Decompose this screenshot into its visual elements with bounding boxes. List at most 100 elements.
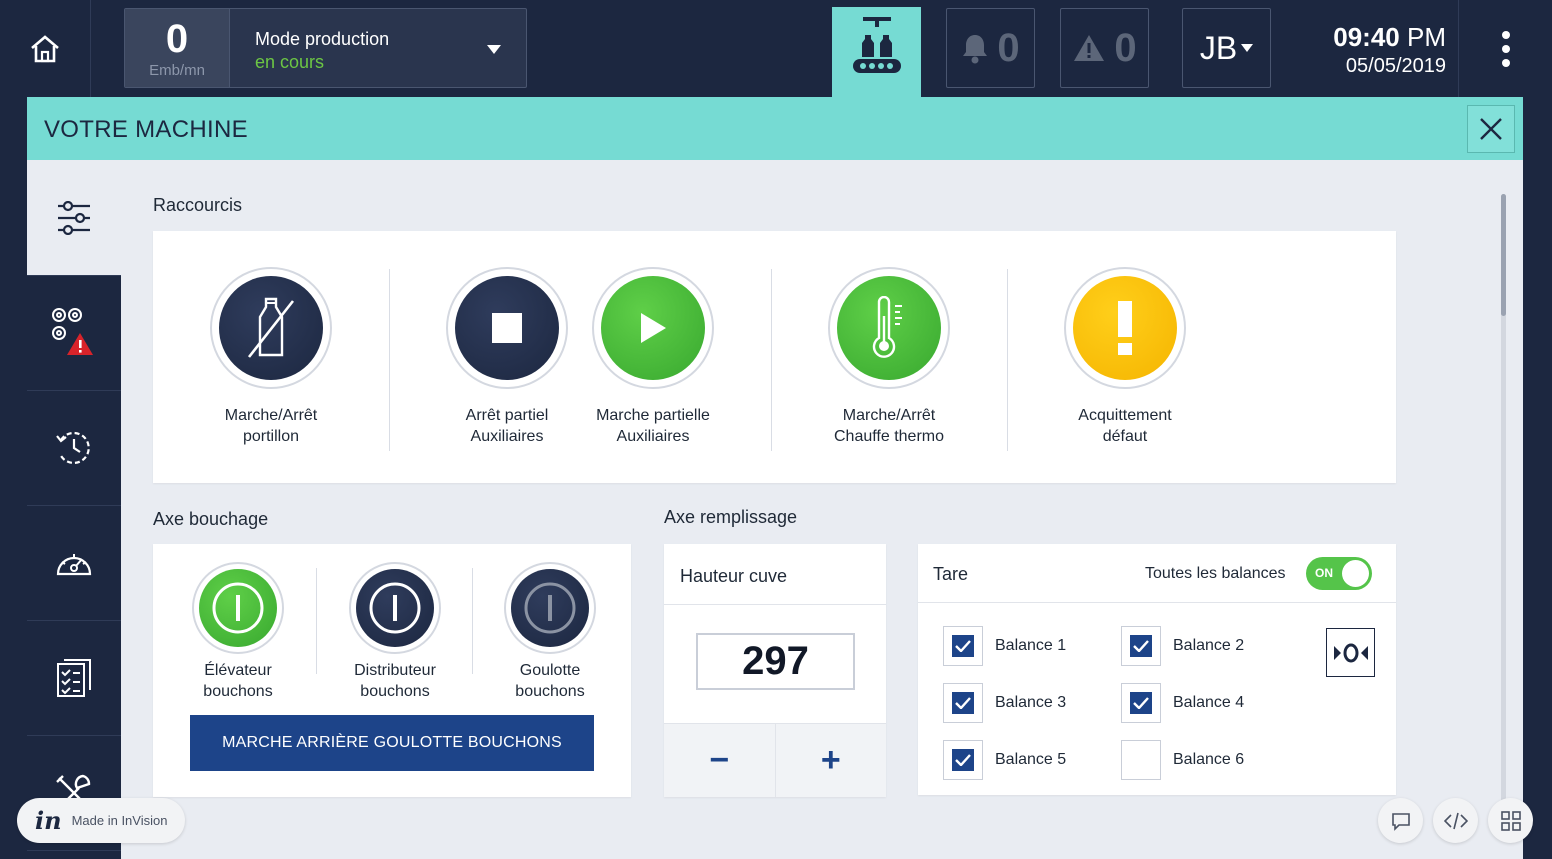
bouchage-distributeur[interactable]: Distributeur bouchons: [335, 562, 455, 702]
comment-button[interactable]: [1378, 798, 1423, 843]
axe-remplissage-title: Axe remplissage: [664, 507, 798, 527]
power-ring: [504, 562, 596, 654]
production-mode: Mode production en cours: [230, 9, 526, 87]
checkbox[interactable]: [1121, 683, 1161, 723]
invision-label: Made in InVision: [71, 813, 168, 828]
all-balances-label: Toutes les balances: [1145, 565, 1286, 582]
shortcut-disc: [1073, 276, 1177, 380]
hauteur-cuve-stepper: − +: [664, 723, 886, 797]
production-rate: 0 Emb/mn: [125, 9, 230, 87]
history-icon: [56, 431, 90, 464]
tare-title: Tare: [933, 564, 969, 584]
balance-1[interactable]: Balance 1: [943, 626, 1066, 666]
axe-bouchage-title: Axe bouchage: [153, 509, 269, 529]
bouchage-goulotte[interactable]: Goulotte bouchons: [490, 562, 610, 702]
close-button[interactable]: [1467, 105, 1515, 153]
clock: 09:40 PM 05/05/2019: [1290, 22, 1446, 78]
balance-3[interactable]: Balance 3: [943, 683, 1066, 723]
invision-badge[interactable]: in Made in InVision: [17, 798, 185, 843]
clock-time: 09:40: [1333, 22, 1400, 52]
tare-zero-button[interactable]: [1326, 628, 1375, 677]
hauteur-cuve-value[interactable]: 297: [696, 633, 855, 690]
home-button[interactable]: [0, 0, 91, 97]
sidebar-item-checklist[interactable]: [27, 621, 121, 736]
divider: [1007, 269, 1008, 451]
shortcut-acquittement[interactable]: Acquittement défaut: [1050, 267, 1200, 447]
close-icon: [1480, 118, 1502, 140]
hauteur-cuve-title: Hauteur cuve: [680, 566, 788, 586]
shortcut-arret-partiel[interactable]: Arrêt partiel Auxiliaires: [432, 267, 582, 447]
notifications-button[interactable]: 0: [946, 8, 1035, 88]
divider: [316, 568, 317, 674]
power-disc: [199, 569, 277, 647]
shortcuts-title: Raccourcis: [153, 195, 243, 215]
warnings-count: 0: [1114, 25, 1137, 70]
user-menu-button[interactable]: JB: [1182, 8, 1271, 88]
exclamation-icon: [1118, 301, 1132, 355]
shortcut-label: Marche/Arrêt Chauffe thermo: [834, 407, 944, 445]
increment-button[interactable]: +: [774, 724, 887, 797]
balance-2[interactable]: Balance 2: [1121, 626, 1244, 666]
comment-icon: [1391, 812, 1410, 831]
more-menu-button[interactable]: [1458, 0, 1552, 97]
shortcut-ring: [592, 267, 714, 389]
home-icon: [31, 34, 59, 62]
balance-label: Balance 1: [995, 637, 1067, 654]
balance-label: Balance 2: [1173, 637, 1245, 654]
shortcut-label: Marche/Arrêt portillon: [224, 407, 318, 445]
toggle-label: ON: [1315, 566, 1333, 580]
checkbox[interactable]: [943, 683, 983, 723]
hauteur-cuve-card: Hauteur cuve 297 − +: [664, 544, 886, 797]
inspect-code-button[interactable]: [1433, 798, 1478, 843]
power-ring: [192, 562, 284, 654]
shortcut-disc: [219, 276, 323, 380]
checkbox[interactable]: [1121, 626, 1161, 666]
checkbox[interactable]: [943, 740, 983, 780]
shortcut-marche-partielle[interactable]: Marche partielle Auxiliaires: [578, 267, 728, 447]
balance-label: Balance 5: [995, 751, 1067, 768]
checkbox[interactable]: [1121, 740, 1161, 780]
dot: [1501, 30, 1510, 39]
power-icon: [369, 582, 421, 634]
invision-logo: in: [35, 806, 62, 835]
machine-tab[interactable]: [832, 7, 921, 102]
sidebar-item-performance[interactable]: [27, 506, 121, 621]
balance-4[interactable]: Balance 4: [1121, 683, 1244, 723]
chevron-down-icon[interactable]: [487, 45, 501, 54]
shortcut-portillon[interactable]: Marche/Arrêt portillon: [196, 267, 346, 447]
thermometer-icon: [872, 296, 902, 358]
balance-label: Balance 6: [1173, 751, 1245, 768]
divider: [918, 602, 1396, 603]
reverse-goulotte-button[interactable]: MARCHE ARRIÈRE GOULOTTE BOUCHONS: [190, 715, 594, 771]
decrement-button[interactable]: −: [664, 724, 775, 797]
warnings-button[interactable]: 0: [1060, 8, 1149, 88]
shortcut-ring: [1064, 267, 1186, 389]
code-icon: [1443, 812, 1468, 829]
scrollbar-thumb[interactable]: [1501, 194, 1506, 316]
balance-5[interactable]: Balance 5: [943, 740, 1066, 780]
tare-card: Tare Toutes les balances ON Balance 1 Ba…: [918, 544, 1396, 795]
machine-panel: VOTRE MACHINE Raccourcis Marche/Arrêt po…: [27, 97, 1523, 859]
shortcut-chauffe-thermo[interactable]: Marche/Arrêt Chauffe thermo: [814, 267, 964, 447]
chevron-down-icon: [1241, 44, 1254, 52]
divider: [389, 269, 390, 451]
sidebar-item-history[interactable]: [27, 391, 121, 506]
shortcuts-card: Marche/Arrêt portillon Arrêt partiel Auxil…: [153, 231, 1396, 483]
checkbox[interactable]: [943, 626, 983, 666]
bottling-machine-icon: [852, 17, 901, 73]
sidebar-item-settings[interactable]: [27, 160, 121, 276]
scrollbar[interactable]: [1501, 194, 1506, 824]
bell-icon: [963, 35, 988, 64]
all-balances-toggle[interactable]: ON: [1306, 557, 1372, 590]
balance-6[interactable]: Balance 6: [1121, 740, 1244, 780]
shortcut-disc: [455, 276, 559, 380]
bouchage-elevateur[interactable]: Élévateur bouchons: [178, 562, 298, 702]
grid-view-button[interactable]: [1488, 798, 1533, 843]
balance-label: Balance 4: [1173, 694, 1245, 711]
shortcut-disc: [601, 276, 705, 380]
sidebar-item-components[interactable]: [27, 276, 121, 391]
shortcut-ring: [446, 267, 568, 389]
mode-label: Mode production: [255, 29, 390, 49]
warning-icon: [1074, 35, 1105, 61]
production-mode-selector[interactable]: 0 Emb/mn Mode production en cours: [124, 8, 527, 88]
